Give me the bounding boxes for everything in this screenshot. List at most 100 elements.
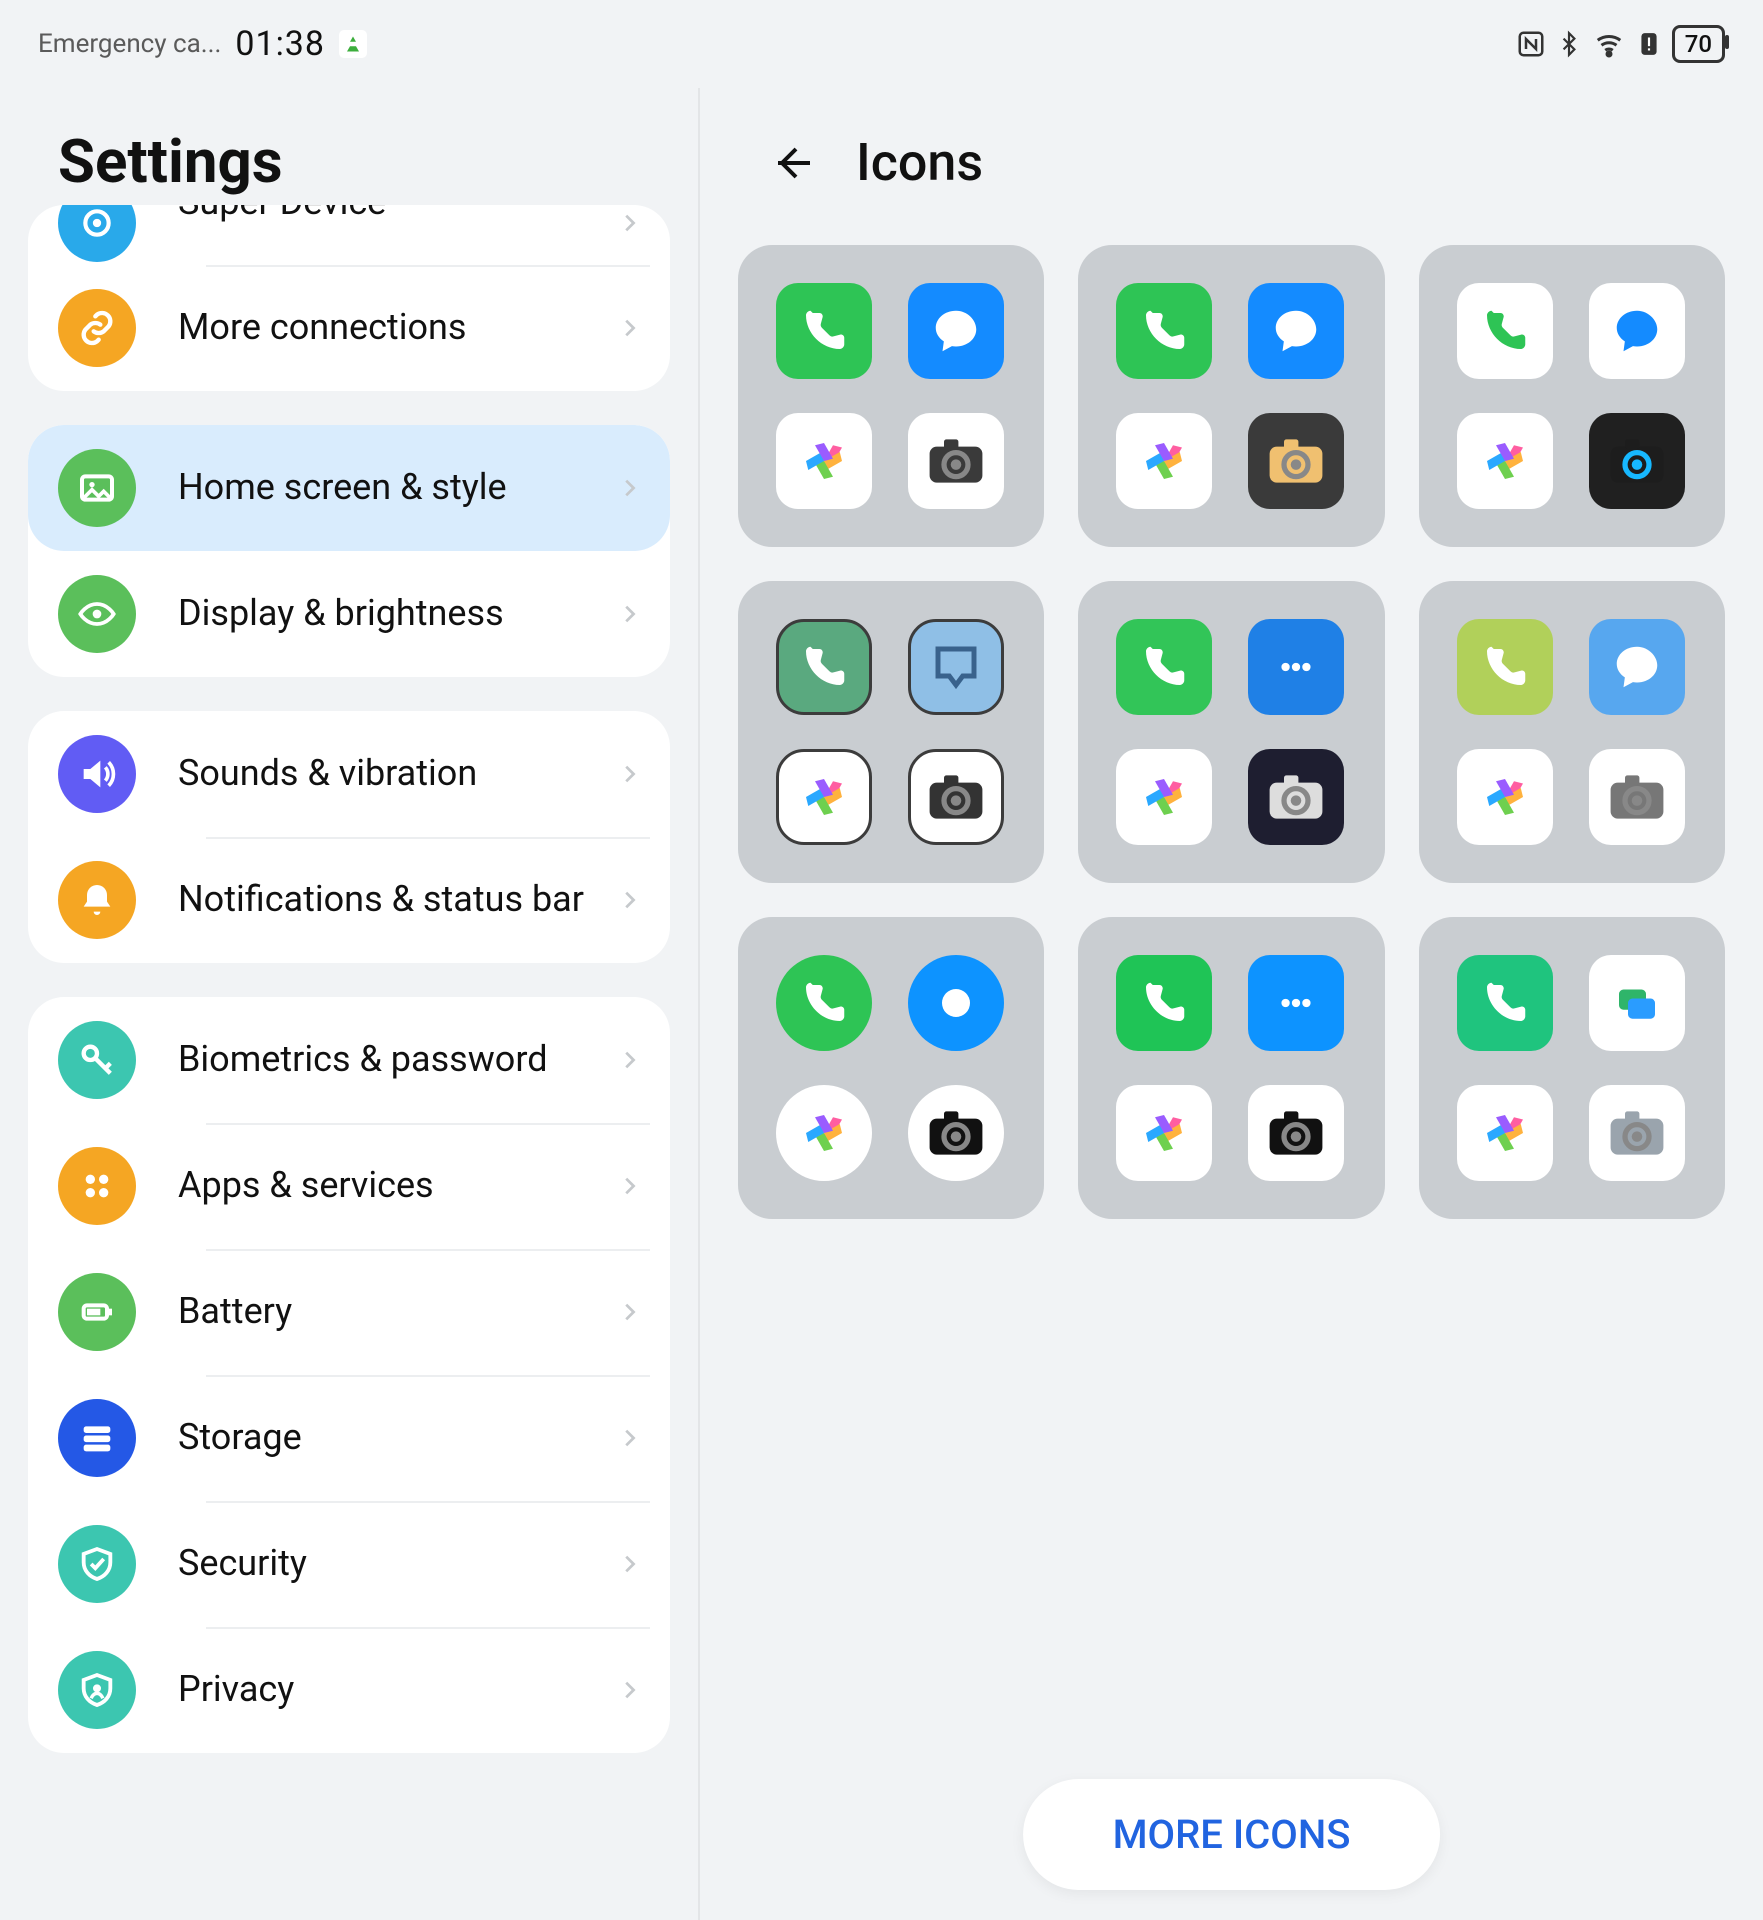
icon-pack[interactable] <box>1078 917 1384 1219</box>
settings-row-label: Sounds & vibration <box>178 752 477 795</box>
settings-row-battery[interactable]: Battery <box>28 1249 670 1375</box>
back-button[interactable] <box>768 139 816 187</box>
settings-row-label: Biometrics & password <box>178 1038 548 1081</box>
bell-icon <box>58 861 136 939</box>
phone-app-icon <box>776 955 872 1051</box>
settings-title: Settings <box>58 126 670 197</box>
camera-app-icon <box>1248 1085 1344 1181</box>
settings-row-label: Super Device <box>178 205 386 225</box>
chevron-right-icon <box>618 311 640 345</box>
chevron-right-icon <box>618 757 640 791</box>
settings-row-privacy[interactable]: Privacy <box>28 1627 670 1753</box>
key-icon <box>58 1021 136 1099</box>
settings-row-label: Display & brightness <box>178 592 504 635</box>
camera-app-icon <box>908 1085 1004 1181</box>
chevron-right-icon <box>618 471 640 505</box>
privacy-icon <box>58 1651 136 1729</box>
camera-app-icon <box>1248 749 1344 845</box>
chat-app-icon <box>1589 619 1685 715</box>
shield-icon <box>58 1525 136 1603</box>
phone-app-icon <box>776 619 872 715</box>
settings-row-label: Battery <box>178 1290 292 1333</box>
icons-panel: Icons <box>700 88 1763 1920</box>
camera-app-icon <box>1589 413 1685 509</box>
phone-app-icon <box>1116 283 1212 379</box>
link-icon <box>58 289 136 367</box>
icon-pack[interactable] <box>738 917 1044 1219</box>
camera-app-icon <box>908 749 1004 845</box>
status-app-icon <box>339 30 367 58</box>
battery-level: 70 <box>1672 25 1725 63</box>
chevron-right-icon <box>618 883 640 917</box>
grid-icon <box>58 1147 136 1225</box>
sound-icon <box>58 735 136 813</box>
gallery-app-icon <box>1116 413 1212 509</box>
storage-icon <box>58 1399 136 1477</box>
gallery-app-icon <box>1457 749 1553 845</box>
chat-app-icon <box>1589 955 1685 1051</box>
settings-group: Sounds & vibration Notifications & statu… <box>28 711 670 963</box>
icon-pack[interactable] <box>738 581 1044 883</box>
chevron-right-icon <box>618 1547 640 1581</box>
settings-row-storage[interactable]: Storage <box>28 1375 670 1501</box>
icon-pack[interactable] <box>738 245 1044 547</box>
gallery-app-icon <box>1457 413 1553 509</box>
icon-pack[interactable] <box>1419 245 1725 547</box>
settings-row-super-device[interactable]: Super Device <box>28 205 670 265</box>
alert-icon <box>1636 29 1662 59</box>
icon-pack[interactable] <box>1419 917 1725 1219</box>
chat-app-icon <box>1589 283 1685 379</box>
battery-icon <box>58 1273 136 1351</box>
chat-app-icon <box>908 619 1004 715</box>
status-bar: Emergency ca... 01:38 70 <box>0 0 1763 88</box>
device-icon <box>58 205 136 262</box>
bluetooth-icon <box>1556 29 1582 59</box>
phone-app-icon <box>1457 955 1553 1051</box>
phone-app-icon <box>1116 619 1212 715</box>
icon-pack[interactable] <box>1419 581 1725 883</box>
icon-pack[interactable] <box>1078 245 1384 547</box>
settings-row-display[interactable]: Display & brightness <box>28 551 670 677</box>
camera-app-icon <box>1248 413 1344 509</box>
chevron-right-icon <box>618 1043 640 1077</box>
settings-row-label: Privacy <box>178 1668 294 1711</box>
chevron-right-icon <box>618 1421 640 1455</box>
settings-row-notifications[interactable]: Notifications & status bar <box>28 837 670 963</box>
wifi-icon <box>1592 29 1626 59</box>
phone-app-icon <box>1457 619 1553 715</box>
more-icons-button[interactable]: MORE ICONS <box>1023 1779 1441 1890</box>
settings-row-security[interactable]: Security <box>28 1501 670 1627</box>
camera-app-icon <box>1589 749 1685 845</box>
settings-row-sounds[interactable]: Sounds & vibration <box>28 711 670 837</box>
gallery-app-icon <box>1116 749 1212 845</box>
image-icon <box>58 449 136 527</box>
chat-app-icon <box>1248 955 1344 1051</box>
gallery-app-icon <box>1457 1085 1553 1181</box>
nfc-icon <box>1516 29 1546 59</box>
settings-row-apps[interactable]: Apps & services <box>28 1123 670 1249</box>
gallery-app-icon <box>776 413 872 509</box>
settings-row-label: More connections <box>178 306 466 349</box>
camera-app-icon <box>908 413 1004 509</box>
status-time: 01:38 <box>235 24 325 64</box>
settings-row-label: Apps & services <box>178 1164 434 1207</box>
icons-title: Icons <box>856 132 983 193</box>
camera-app-icon <box>1589 1085 1685 1181</box>
phone-app-icon <box>1116 955 1212 1051</box>
settings-row-biometrics[interactable]: Biometrics & password <box>28 997 670 1123</box>
icon-pack[interactable] <box>1078 581 1384 883</box>
settings-row-home-style[interactable]: Home screen & style <box>28 425 670 551</box>
settings-panel: Settings Super Device More connections H… <box>0 88 700 1920</box>
chevron-right-icon <box>618 1169 640 1203</box>
chat-app-icon <box>908 283 1004 379</box>
settings-row-more-connections[interactable]: More connections <box>28 265 670 391</box>
phone-app-icon <box>1457 283 1553 379</box>
settings-row-label: Security <box>178 1542 307 1585</box>
chat-app-icon <box>1248 283 1344 379</box>
settings-row-label: Home screen & style <box>178 466 507 509</box>
settings-group: Home screen & style Display & brightness <box>28 425 670 677</box>
gallery-app-icon <box>1116 1085 1212 1181</box>
settings-row-label: Storage <box>178 1416 302 1459</box>
settings-row-label: Notifications & status bar <box>178 878 584 921</box>
chat-app-icon <box>1248 619 1344 715</box>
